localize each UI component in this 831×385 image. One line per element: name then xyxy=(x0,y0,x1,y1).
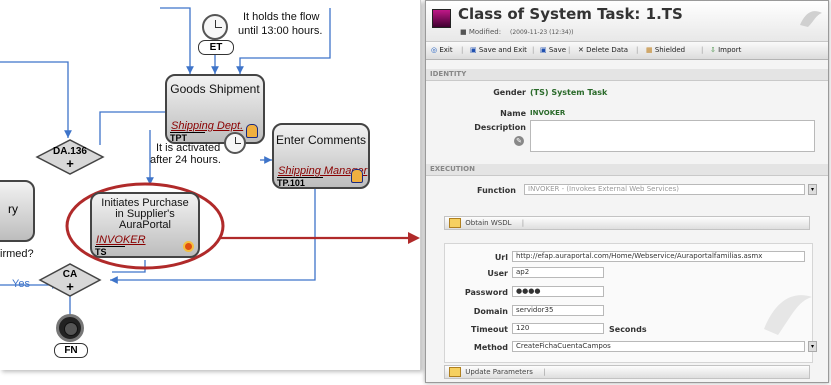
delete-data-button[interactable]: ✕ Delete Data xyxy=(578,46,628,54)
initiates-purchase-task[interactable]: Initiates Purchase in Supplier's AuraPor… xyxy=(90,192,200,258)
user-label: User xyxy=(487,269,508,278)
enter-comments-task[interactable]: Enter Comments Shipping Manager TP.101 xyxy=(272,123,370,189)
execution-section-header: EXECUTION xyxy=(426,164,828,176)
task-title: ry xyxy=(8,202,18,216)
task-title: Enter Comments xyxy=(275,133,367,147)
timer-note-line2: until 13:00 hours. xyxy=(238,25,323,37)
toolbar: ◎ Exit | ▣ Save and Exit | ▣ Save | ✕ De… xyxy=(426,41,828,60)
process-diagram: ET It holds the flow until 13:00 hours. … xyxy=(0,0,421,370)
task-title: Goods Shipment xyxy=(170,82,260,96)
plus-icon: + xyxy=(66,156,74,171)
description-label: Description xyxy=(474,123,526,132)
save-icon: ▣ xyxy=(540,46,547,54)
system-task-window: Class of System Task: 1.TS ■ Modified: (… xyxy=(425,0,829,383)
update-parameters-button[interactable]: Update Parameters xyxy=(465,368,533,376)
task-code: TS xyxy=(95,246,125,257)
domain-field[interactable]: servidor35 xyxy=(512,305,604,316)
password-label: Password xyxy=(464,288,508,297)
chevron-down-icon[interactable]: ▾ xyxy=(808,341,817,352)
exit-icon: ◎ xyxy=(431,46,438,54)
method-select[interactable]: CreateFichaCuentaCampos xyxy=(512,341,805,352)
clock-icon xyxy=(202,14,228,40)
save-exit-button[interactable]: ▣ Save and Exit xyxy=(470,46,527,54)
function-select[interactable]: INVOKER - (Invokes External Web Services… xyxy=(524,184,805,195)
obtain-wsdl-button[interactable]: Obtain WSDL xyxy=(465,219,511,227)
user-icon xyxy=(351,169,363,183)
timeout-label: Timeout xyxy=(471,325,508,334)
goods-shipment-task[interactable]: Goods Shipment Shipping Dept. TPT xyxy=(165,74,265,144)
window-header: Class of System Task: 1.TS ■ Modified: (… xyxy=(426,1,828,41)
task-role: Shipping Dept. xyxy=(171,120,244,132)
save-button[interactable]: ▣ Save xyxy=(540,46,566,54)
task-code: TP.101 xyxy=(277,177,323,188)
watermark-logo-icon xyxy=(764,295,812,335)
name-value: INVOKER xyxy=(530,109,566,117)
user-icon xyxy=(246,124,258,138)
class-icon xyxy=(432,9,451,28)
end-event-icon xyxy=(56,314,84,342)
save-icon: ▣ xyxy=(470,46,477,54)
task-role: INVOKER xyxy=(96,234,146,246)
shield-icon: ▦ xyxy=(646,46,653,54)
timeout-unit: Seconds xyxy=(609,325,647,334)
modified-label: ■ Modified: xyxy=(460,28,502,36)
task-title-line3: AuraPortal xyxy=(119,219,171,231)
url-field[interactable]: http://efap.auraportal.com/Home/Webservi… xyxy=(512,251,805,262)
folder-icon xyxy=(449,218,461,228)
obtain-wsdl-bar: Obtain WSDL | xyxy=(444,216,810,230)
shielded-button[interactable]: ▦ Shielded xyxy=(646,46,685,54)
plus-icon: + xyxy=(66,279,74,294)
password-field[interactable]: ●●●● xyxy=(512,286,604,297)
identity-section-header: IDENTITY xyxy=(426,69,828,81)
exit-button[interactable]: ◎ Exit xyxy=(431,46,453,54)
name-label: Name xyxy=(500,109,526,118)
question-label: irmed? xyxy=(0,248,34,260)
timer2-note-line1: It is activated xyxy=(156,142,221,154)
method-label: Method xyxy=(473,343,508,352)
import-icon: ⇩ xyxy=(710,46,716,54)
edit-icon[interactable]: ✎ xyxy=(514,136,524,146)
event-fn[interactable]: FN xyxy=(54,343,88,358)
import-button[interactable]: ⇩ Import xyxy=(710,46,741,54)
logo-icon xyxy=(796,5,824,33)
event-et[interactable]: ET xyxy=(198,40,234,55)
partial-task[interactable]: ry xyxy=(0,180,35,242)
clock-icon xyxy=(224,132,246,154)
modified-value: (2009-11-23 (12:34)) xyxy=(510,29,574,36)
description-field[interactable] xyxy=(530,120,815,152)
folder-icon xyxy=(449,367,461,377)
delete-icon: ✕ xyxy=(578,46,584,54)
yes-label: Yes xyxy=(12,278,30,290)
domain-label: Domain xyxy=(473,307,508,316)
chevron-down-icon[interactable]: ▾ xyxy=(808,184,817,195)
gear-icon xyxy=(183,241,194,252)
timer-note-line1: It holds the flow xyxy=(243,11,320,23)
timer2-note-line2: after 24 hours. xyxy=(150,154,221,166)
gender-value: (TS) System Task xyxy=(530,88,608,97)
user-field[interactable]: ap2 xyxy=(512,267,604,278)
timeout-field[interactable]: 120 xyxy=(512,323,604,334)
url-label: Url xyxy=(494,253,508,262)
update-parameters-bar: Update Parameters | xyxy=(444,365,810,379)
window-title: Class of System Task: 1.TS xyxy=(458,5,683,23)
gender-label: Gender xyxy=(493,88,526,97)
function-label: Function xyxy=(477,186,516,195)
